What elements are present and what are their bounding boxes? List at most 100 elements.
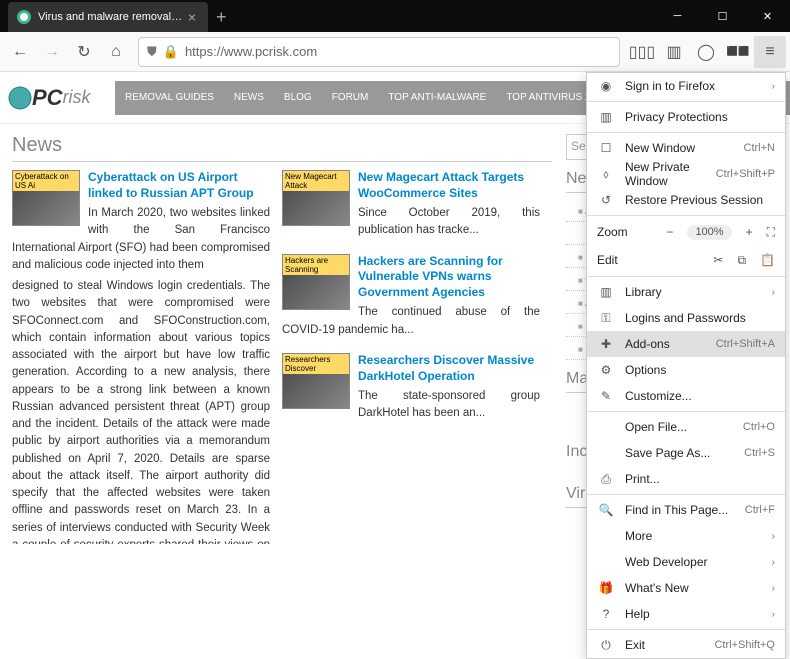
gift-icon: 🎁 (597, 581, 615, 595)
site-logo[interactable]: PCrisk (0, 76, 115, 120)
image-caption: Cyberattack on US Ai (13, 171, 79, 191)
chevron-right-icon: › (772, 81, 775, 92)
new-tab-button[interactable]: + (208, 2, 235, 32)
menu-webdev[interactable]: Web Developer› (587, 549, 785, 575)
tab-favicon (16, 9, 32, 25)
shortcut: Ctrl+Shift+Q (714, 639, 775, 651)
menu-separator (587, 215, 785, 216)
library-icon: ▥ (597, 285, 615, 299)
article-image[interactable]: New Magecart Attack (282, 170, 350, 226)
chevron-right-icon: › (772, 583, 775, 594)
address-bar[interactable]: ⛊ 🔒 https://www.pcrisk.com (138, 37, 620, 67)
menu-customize[interactable]: ✎Customize... (587, 383, 785, 409)
gear-icon: ⚙ (597, 363, 615, 377)
account-icon[interactable]: ◯ (690, 36, 722, 68)
reload-button[interactable]: ↻ (68, 36, 100, 68)
menu-restore[interactable]: ↺Restore Previous Session (587, 187, 785, 213)
menu-print[interactable]: ⎙Print... (587, 466, 785, 492)
minimize-button[interactable]: ─ (655, 0, 700, 32)
close-window-button[interactable]: ✕ (745, 0, 790, 32)
shortcut: Ctrl+S (744, 447, 775, 459)
nav-forum[interactable]: FORUM (322, 81, 379, 115)
menu-open-file[interactable]: Open File...Ctrl+O (587, 414, 785, 440)
chevron-right-icon: › (772, 287, 775, 298)
menu-options[interactable]: ⚙Options (587, 357, 785, 383)
account-icon: ◉ (597, 79, 615, 93)
menu-separator (587, 276, 785, 277)
firefox-app-menu: ◉Sign in to Firefox› ▥Privacy Protection… (586, 72, 786, 659)
copy-button[interactable]: ⧉ (737, 253, 746, 268)
shield-icon[interactable]: ⛊ (147, 44, 157, 60)
menu-separator (587, 101, 785, 102)
brush-icon: ✎ (597, 389, 615, 403)
menu-help[interactable]: ?Help› (587, 601, 785, 627)
chevron-right-icon: › (772, 531, 775, 542)
puzzle-icon: ✚ (597, 337, 615, 351)
reader-icon[interactable]: ▯▯▯ (626, 36, 658, 68)
forward-button[interactable]: → (36, 36, 68, 68)
article-image[interactable]: Hackers are Scanning (282, 254, 350, 310)
logo-text-pc: PC (32, 85, 63, 111)
nav-news[interactable]: NEWS (224, 81, 274, 115)
article-image[interactable]: Cyberattack on US Ai (12, 170, 80, 226)
image-caption: Researchers Discover (283, 354, 349, 374)
nav-blog[interactable]: BLOG (274, 81, 322, 115)
menu-separator (587, 411, 785, 412)
cut-button[interactable]: ✂ (713, 253, 723, 268)
help-icon: ? (597, 607, 615, 621)
logo-text-risk: risk (63, 87, 91, 108)
article-image[interactable]: Researchers Discover (282, 353, 350, 409)
chevron-right-icon: › (772, 557, 775, 568)
shortcut: Ctrl+O (743, 421, 775, 433)
zoom-out-button[interactable]: − (666, 225, 673, 240)
lock-icon[interactable]: 🔒 (163, 44, 179, 60)
maximize-button[interactable]: ☐ (700, 0, 745, 32)
menu-new-window[interactable]: ☐New WindowCtrl+N (587, 135, 785, 161)
shortcut: Ctrl+F (745, 504, 775, 516)
main-column: News Cyberattack on US Ai Cyberattack on… (12, 134, 552, 544)
logo-icon (8, 86, 32, 110)
article-body: designed to steal Windows login credenti… (12, 278, 270, 544)
menu-privacy[interactable]: ▥Privacy Protections (587, 104, 785, 130)
hamburger-menu-button[interactable]: ≡ (754, 36, 786, 68)
window-titlebar: Virus and malware removal ins × + ─ ☐ ✕ (0, 0, 790, 32)
home-button[interactable]: ⌂ (100, 36, 132, 68)
menu-signin[interactable]: ◉Sign in to Firefox› (587, 73, 785, 99)
news-heading: News (12, 134, 552, 162)
library-icon[interactable]: ▥ (658, 36, 690, 68)
menu-separator (587, 629, 785, 630)
tab-title: Virus and malware removal ins (38, 11, 184, 23)
fullscreen-button[interactable]: ⛶ (767, 225, 775, 240)
menu-exit[interactable]: ⏻ExitCtrl+Shift+Q (587, 632, 785, 658)
window-controls: ─ ☐ ✕ (655, 0, 790, 32)
menu-logins[interactable]: ⚿Logins and Passwords (587, 305, 785, 331)
extension-icon[interactable]: ⬛⬛ (722, 36, 754, 68)
browser-tab[interactable]: Virus and malware removal ins × (8, 2, 208, 32)
search-icon: 🔍 (597, 503, 615, 517)
menu-library[interactable]: ▥Library› (587, 279, 785, 305)
nav-removal-guides[interactable]: REMOVAL GUIDES (115, 81, 224, 115)
shortcut: Ctrl+Shift+A (716, 338, 775, 350)
back-button[interactable]: ← (4, 36, 36, 68)
menu-new-private[interactable]: ⬨New Private WindowCtrl+Shift+P (587, 161, 785, 187)
nav-antimalware[interactable]: TOP ANTI-MALWARE (378, 81, 496, 115)
menu-separator (587, 494, 785, 495)
chevron-right-icon: › (772, 609, 775, 620)
zoom-value: 100% (687, 225, 731, 240)
url-text: https://www.pcrisk.com (185, 44, 317, 59)
close-tab-icon[interactable]: × (184, 9, 200, 25)
menu-more[interactable]: More› (587, 523, 785, 549)
shortcut: Ctrl+Shift+P (716, 168, 775, 180)
menu-addons[interactable]: ✚Add-onsCtrl+Shift+A (587, 331, 785, 357)
power-icon: ⏻ (597, 638, 615, 653)
menu-zoom-row: Zoom−100%+⛶ (587, 218, 785, 246)
menu-find[interactable]: 🔍Find in This Page...Ctrl+F (587, 497, 785, 523)
menu-whatsnew[interactable]: 🎁What's New› (587, 575, 785, 601)
menu-separator (587, 132, 785, 133)
paste-button[interactable]: 📋 (760, 253, 775, 268)
menu-edit-row: Edit✂⧉📋 (587, 246, 785, 274)
shortcut: Ctrl+N (744, 142, 775, 154)
zoom-in-button[interactable]: + (746, 225, 753, 240)
menu-save-page[interactable]: Save Page As...Ctrl+S (587, 440, 785, 466)
mask-icon: ⬨ (597, 167, 615, 182)
